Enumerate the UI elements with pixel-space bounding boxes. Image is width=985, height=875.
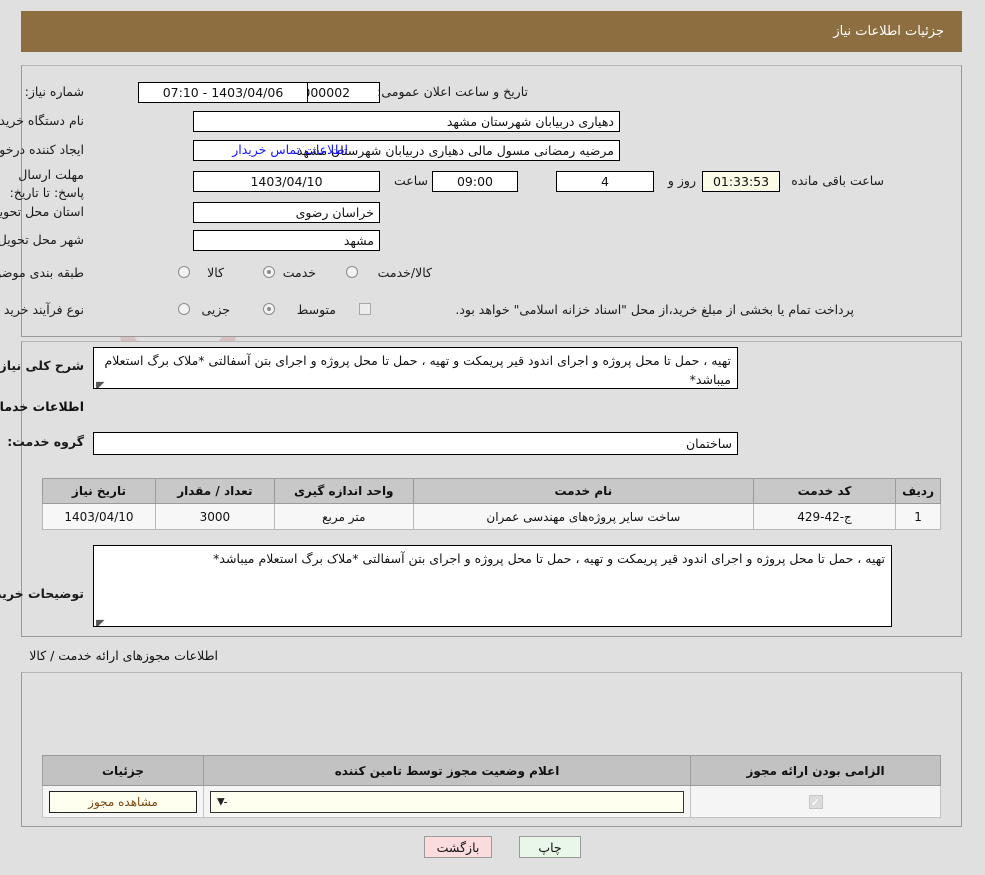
need-number-label: شماره نیاز: [26, 84, 85, 99]
chevron-down-icon: ▼ [218, 796, 226, 807]
cell-need-date: 1403/04/10 [44, 504, 157, 530]
permit-required-checkbox: ✓ [810, 795, 824, 809]
col-row-no: ردیف [897, 479, 942, 504]
page-title: جزئیات اطلاعات نیاز [834, 24, 945, 39]
permit-status-select[interactable]: ▼ -- [211, 791, 685, 813]
view-permit-button[interactable]: مشاهده مجوز [50, 791, 198, 813]
radio-purchase-motevaset-label: متوسط [298, 302, 337, 317]
delivery-city-label: شهر محل تحویل: [0, 232, 85, 247]
print-button[interactable]: چاپ [520, 836, 582, 858]
cell-service-name: ساخت سایر پروژه‌های مهندسی عمران [414, 504, 754, 530]
purchase-process-type-label: نوع فرآیند خرید : [0, 302, 85, 317]
radio-category-kala-khedmat[interactable] [347, 266, 359, 278]
back-button[interactable]: بازگشت [425, 836, 493, 858]
permits-table-row: ✓ ▼ -- مشاهده مجوز [44, 786, 942, 818]
radio-category-khedmat-label: خدمت [284, 265, 317, 280]
cell-permit-required: ✓ [692, 786, 942, 818]
service-group-label: گروه خدمت: [8, 434, 85, 449]
days-and-label: روز و [669, 173, 697, 188]
announcement-datetime-label: تاریخ و ساعت اعلان عمومی: [378, 84, 529, 99]
col-permit-details: جزئیات [44, 756, 205, 786]
deadline-hour-field: 09:00 [433, 171, 519, 192]
radio-purchase-jozi-label: جزیی [202, 302, 231, 317]
deadline-label: مهلت ارسال پاسخ: تا تاریخ: [1, 166, 85, 202]
radio-category-khedmat[interactable] [264, 266, 276, 278]
radio-category-kala-khedmat-label: کالا/خدمت [379, 265, 433, 280]
cell-permit-details: مشاهده مجوز [44, 786, 205, 818]
cell-permit-status: ▼ -- [205, 786, 692, 818]
services-info-heading: اطلاعات خدمات مورد نیاز [0, 399, 85, 414]
buyer-notes-textarea[interactable]: تهیه ، حمل تا محل پروژه و اجرای اندود قی… [94, 545, 893, 627]
delivery-province-field: خراسان رضوی [194, 202, 381, 223]
countdown-timer: 01:33:53 [703, 171, 781, 192]
page-root: AriaTender.net جزئیات اطلاعات نیاز شماره… [0, 0, 985, 875]
deadline-date-field: 1403/04/10 [194, 171, 381, 192]
service-group-field: ساختمان [94, 432, 739, 455]
permits-table: الزامی بودن ارائه مجوز اعلام وضعیت مجوز … [43, 755, 942, 818]
permits-heading: اطلاعات مجوزهای ارائه خدمت / کالا [30, 648, 219, 663]
deadline-hour-label: ساعت [395, 173, 429, 188]
announcement-datetime-field: 1403/04/06 - 07:10 [139, 82, 309, 103]
main-info-panel [22, 65, 963, 337]
subject-category-label: طبقه بندی موضوعی: [0, 265, 85, 280]
buyer-contact-link[interactable]: اطلاعات تماس خریدار [240, 142, 349, 157]
need-summary-label: شرح کلی نیاز: [0, 358, 85, 373]
cell-quantity: 3000 [156, 504, 275, 530]
treasury-documents-label: پرداخت تمام یا بخشی از مبلغ خرید،از محل … [456, 302, 855, 317]
radio-category-kala[interactable] [179, 266, 191, 278]
resize-grip-icon[interactable]: ◥ [97, 377, 107, 387]
services-table: ردیف کد خدمت نام خدمت واحد اندازه گیری ت… [43, 478, 942, 530]
treasury-documents-checkbox[interactable] [360, 303, 372, 315]
need-summary-textarea[interactable]: تهیه ، حمل تا محل پروژه و اجرای اندود قی… [94, 347, 739, 389]
resize-grip-icon-2[interactable]: ◥ [97, 615, 107, 625]
col-unit: واحد اندازه گیری [275, 479, 414, 504]
col-service-name: نام خدمت [414, 479, 754, 504]
cell-service-code: ج-42-429 [754, 504, 896, 530]
col-permit-required: الزامی بودن ارائه مجوز [692, 756, 942, 786]
radio-purchase-motevaset[interactable] [264, 303, 276, 315]
col-permit-status: اعلام وضعیت مجوز توسط تامین کننده [205, 756, 692, 786]
col-service-code: کد خدمت [754, 479, 896, 504]
need-summary-text: تهیه ، حمل تا محل پروژه و اجرای اندود قی… [105, 353, 732, 387]
table-row: 1 ج-42-429 ساخت سایر پروژه‌های مهندسی عم… [44, 504, 942, 530]
radio-purchase-jozi[interactable] [179, 303, 191, 315]
delivery-province-label: استان محل تحویل: [0, 204, 85, 219]
col-need-date: تاریخ نیاز [44, 479, 157, 504]
page-header-bar: جزئیات اطلاعات نیاز [22, 11, 963, 52]
remaining-hours-label: ساعت باقی مانده [792, 173, 885, 188]
buyer-notes-label: توضیحات خریدار: [0, 586, 85, 601]
buyer-notes-text: تهیه ، حمل تا محل پروژه و اجرای اندود قی… [214, 551, 886, 566]
buyer-organization-label: نام دستگاه خریدار: [0, 113, 85, 128]
cell-row-no: 1 [897, 504, 942, 530]
delivery-city-field: مشهد [194, 230, 381, 251]
services-table-header-row: ردیف کد خدمت نام خدمت واحد اندازه گیری ت… [44, 479, 942, 504]
radio-category-kala-label: کالا [208, 265, 225, 280]
request-creator-label: ایجاد کننده درخواست: [0, 142, 85, 157]
days-remaining-field: 4 [557, 171, 655, 192]
buyer-organization-field: دهیاری دربیابان شهرستان مشهد [194, 111, 621, 132]
permits-table-header-row: الزامی بودن ارائه مجوز اعلام وضعیت مجوز … [44, 756, 942, 786]
cell-unit: متر مربع [275, 504, 414, 530]
col-quantity: تعداد / مقدار [156, 479, 275, 504]
